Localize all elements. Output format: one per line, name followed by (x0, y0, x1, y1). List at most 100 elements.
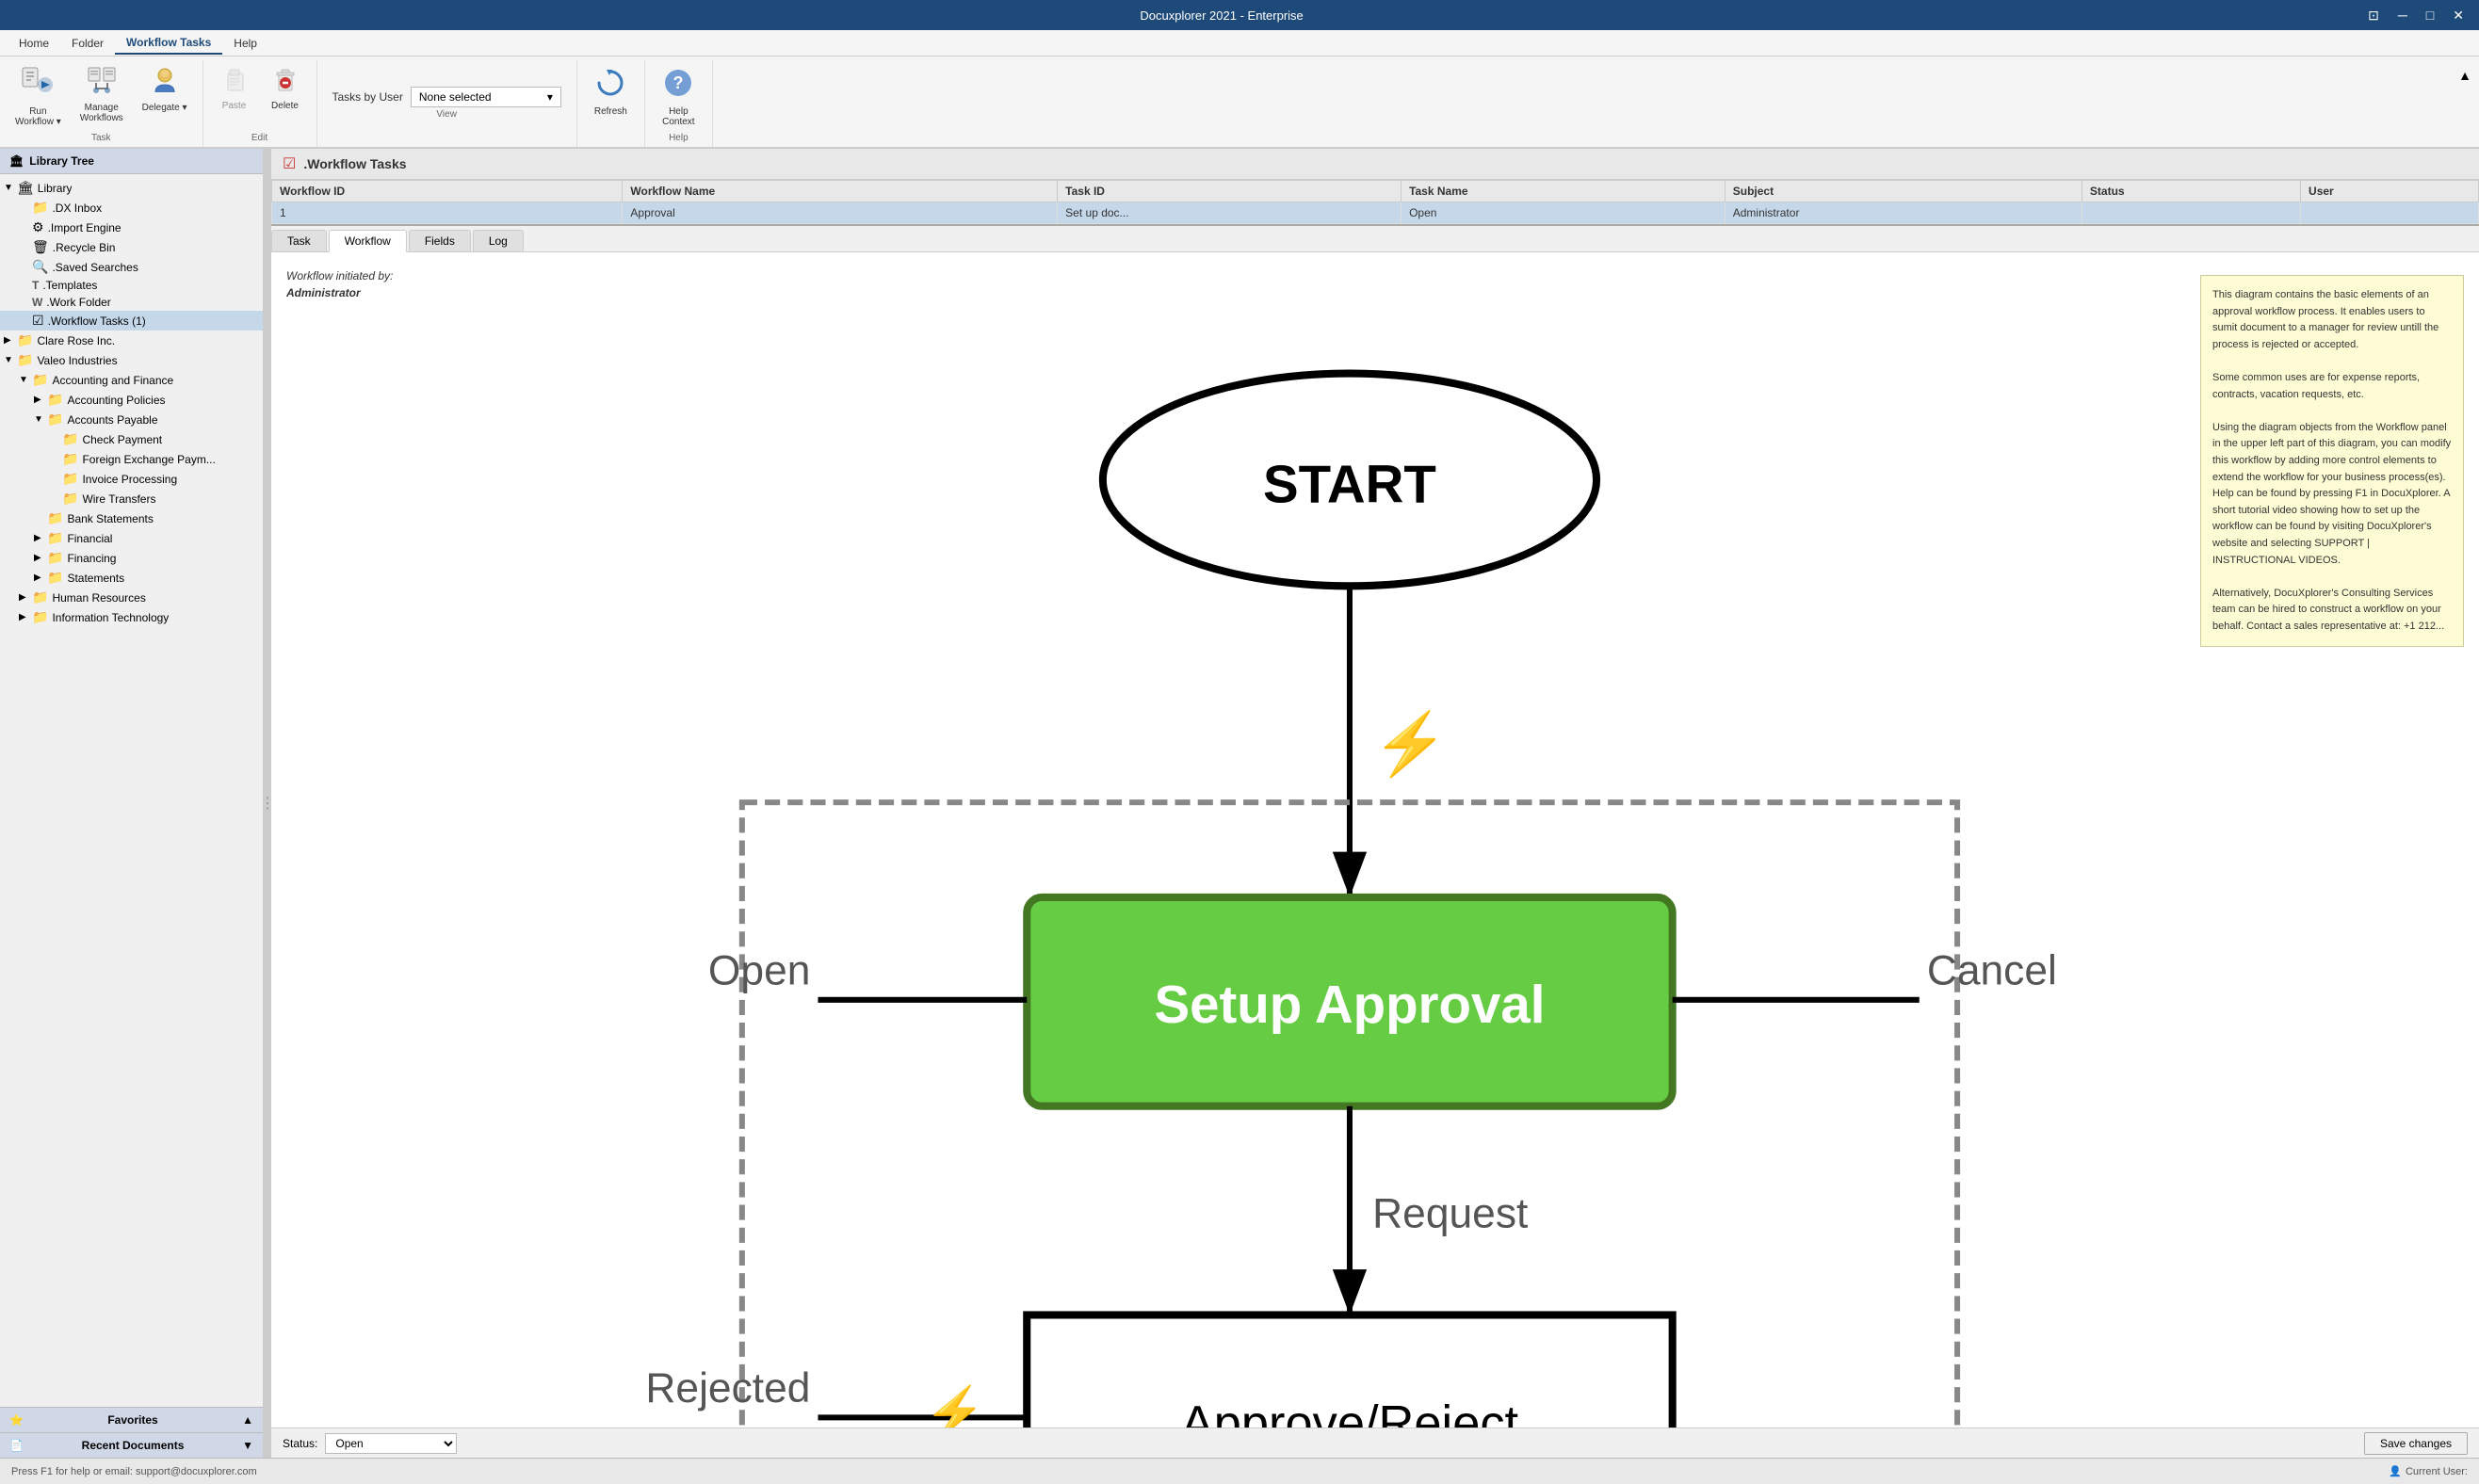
tab-log[interactable]: Log (473, 230, 524, 251)
table-header: Workflow ID Workflow Name Task ID Task N… (272, 181, 2479, 202)
svg-text:Request: Request (1372, 1191, 1528, 1237)
recycle-bin-label: .Recycle Bin (53, 241, 116, 254)
tree-item-financing[interactable]: ▶ 📁 Financing (0, 548, 263, 568)
bank-statements-label: Bank Statements (67, 512, 153, 525)
tree-item-statements[interactable]: ▶ 📁 Statements (0, 568, 263, 588)
tab-fields[interactable]: Fields (409, 230, 471, 251)
sidebar-resize-handle[interactable] (264, 149, 271, 1458)
tree-item-financial[interactable]: ▶ 📁 Financial (0, 528, 263, 548)
recent-documents-header[interactable]: 📄 Recent Documents ▼ (0, 1433, 263, 1458)
chevron-accounts-payable[interactable]: ▼ (34, 414, 47, 425)
tree-item-workflow-tasks[interactable]: ▶ ☑ .Workflow Tasks (1) (0, 311, 263, 331)
svg-text:START: START (1263, 455, 1436, 514)
paste-button[interactable]: Paste (211, 62, 258, 115)
title-bar: Docuxplorer 2021 - Enterprise ⊡ ─ □ ✕ (0, 0, 2479, 30)
chevron-financing[interactable]: ▶ (34, 553, 47, 563)
tree-item-work-folder[interactable]: ▶ W .Work Folder (0, 294, 263, 311)
help-context-label: HelpContext (662, 106, 694, 127)
chevron-financial[interactable]: ▶ (34, 533, 47, 543)
tab-workflow[interactable]: Workflow (329, 230, 407, 252)
save-changes-button[interactable]: Save changes (2364, 1432, 2468, 1455)
diagram-section: Workflow initiated by:Administrator STAR… (286, 267, 2185, 1412)
tab-task[interactable]: Task (271, 230, 327, 251)
status-dropdown[interactable]: Open Closed Pending (325, 1433, 457, 1454)
refresh-button[interactable]: Refresh (585, 62, 637, 121)
financial-icon: 📁 (47, 530, 63, 546)
paste-icon (220, 66, 249, 99)
invoice-processing-label: Invoice Processing (82, 473, 177, 486)
tree-item-human-resources[interactable]: ▶ 📁 Human Resources (0, 588, 263, 607)
col-task-name: Task Name (1402, 181, 1726, 202)
chevron-statements[interactable]: ▶ (34, 573, 47, 583)
chevron-library[interactable]: ▼ (4, 183, 17, 193)
tree-item-templates[interactable]: ▶ T .Templates (0, 277, 263, 294)
tree-item-foreign-exchange[interactable]: ▶ 📁 Foreign Exchange Paym... (0, 449, 263, 469)
delegate-button[interactable]: Delegate ▾ (135, 62, 195, 117)
menu-workflow-tasks[interactable]: Workflow Tasks (115, 32, 222, 55)
clare-rose-icon: 📁 (17, 332, 33, 348)
tasks-by-user-dropdown[interactable]: None selected ▾ (411, 87, 561, 107)
maximize-button[interactable]: □ (2419, 6, 2441, 25)
tree-item-dx-inbox[interactable]: ▶ 📁 .DX Inbox (0, 198, 263, 218)
tree-item-library[interactable]: ▼ 🏛 Library (0, 178, 263, 198)
statements-label: Statements (67, 572, 124, 585)
menu-home[interactable]: Home (8, 33, 60, 54)
tree-item-valeo[interactable]: ▼ 📁 Valeo Industries (0, 350, 263, 370)
chevron-accounting-policies[interactable]: ▶ (34, 395, 47, 405)
refresh-buttons: Refresh (585, 62, 637, 141)
financial-label: Financial (67, 532, 112, 545)
ribbon-group-view: Tasks by User None selected ▾ View (317, 60, 577, 147)
chevron-valeo[interactable]: ▼ (4, 355, 17, 365)
table-row[interactable]: 1 Approval Set up doc... Open Administra… (272, 202, 2479, 224)
chevron-information-technology[interactable]: ▶ (19, 612, 32, 622)
tree-item-saved-searches[interactable]: ▶ 🔍 .Saved Searches (0, 257, 263, 277)
tree-item-accounts-payable[interactable]: ▼ 📁 Accounts Payable (0, 410, 263, 429)
user-icon: 👤 (2389, 1465, 2402, 1477)
manage-workflows-button[interactable]: ManageWorkflows (73, 62, 131, 127)
tree-item-information-technology[interactable]: ▶ 📁 Information Technology (0, 607, 263, 627)
recent-docs-icon: 📄 (9, 1439, 24, 1452)
chevron-human-resources[interactable]: ▶ (19, 592, 32, 603)
valeo-icon: 📁 (17, 352, 33, 368)
tree-item-recycle-bin[interactable]: ▶ 🗑 .Recycle Bin (0, 237, 263, 257)
ribbon-collapse-button[interactable]: ▲ (2451, 64, 2479, 87)
workflow-initiated-by: Workflow initiated by:Administrator (286, 267, 2185, 301)
help-context-button[interactable]: ? HelpContext (653, 62, 705, 131)
cell-workflow-id: 1 (272, 202, 623, 224)
tree-item-wire-transfers[interactable]: ▶ 📁 Wire Transfers (0, 489, 263, 508)
human-resources-icon: 📁 (32, 589, 48, 605)
run-workflow-button[interactable]: RunWorkflow ▾ (8, 62, 69, 131)
restore-button[interactable]: ⊡ (2360, 6, 2387, 25)
menu-folder[interactable]: Folder (60, 33, 115, 54)
financing-icon: 📁 (47, 550, 63, 566)
tree-item-invoice-processing[interactable]: ▶ 📁 Invoice Processing (0, 469, 263, 489)
tree-item-bank-statements[interactable]: ▶ 📁 Bank Statements (0, 508, 263, 528)
cell-task-id: Set up doc... (1058, 202, 1402, 224)
tasks-dropdown-arrow: ▾ (547, 90, 553, 104)
manage-workflows-icon (87, 66, 117, 101)
foreign-exchange-label: Foreign Exchange Paym... (82, 453, 215, 466)
close-button[interactable]: ✕ (2445, 6, 2471, 25)
tree-item-check-payment[interactable]: ▶ 📁 Check Payment (0, 429, 263, 449)
information-technology-icon: 📁 (32, 609, 48, 625)
tasks-by-user-label: Tasks by User (332, 90, 403, 104)
tree-item-accounting-policies[interactable]: ▶ 📁 Accounting Policies (0, 390, 263, 410)
human-resources-label: Human Resources (52, 591, 145, 605)
tree-item-clare-rose[interactable]: ▶ 📁 Clare Rose Inc. (0, 331, 263, 350)
chevron-accounting-finance[interactable]: ▼ (19, 375, 32, 385)
ribbon-group-refresh: Refresh (577, 60, 645, 147)
minimize-button[interactable]: ─ (2390, 6, 2415, 25)
menu-help[interactable]: Help (222, 33, 268, 54)
chevron-clare-rose[interactable]: ▶ (4, 335, 17, 346)
cell-task-name: Open (1402, 202, 1726, 224)
delete-button[interactable]: Delete (262, 62, 309, 115)
footer: Press F1 for help or email: support@docu… (0, 1458, 2479, 1484)
workflow-info-box: This diagram contains the basic elements… (2200, 275, 2464, 647)
run-workflow-label: RunWorkflow ▾ (15, 106, 61, 127)
favorites-header[interactable]: ⭐ Favorites ▲ (0, 1408, 263, 1432)
refresh-group-label (585, 141, 637, 145)
col-user: User (2301, 181, 2479, 202)
tree-item-accounting-finance[interactable]: ▼ 📁 Accounting and Finance (0, 370, 263, 390)
sidebar-tree: ▼ 🏛 Library ▶ 📁 .DX Inbox ▶ ⚙ .Import En… (0, 174, 263, 1407)
tree-item-import-engine[interactable]: ▶ ⚙ .Import Engine (0, 218, 263, 237)
